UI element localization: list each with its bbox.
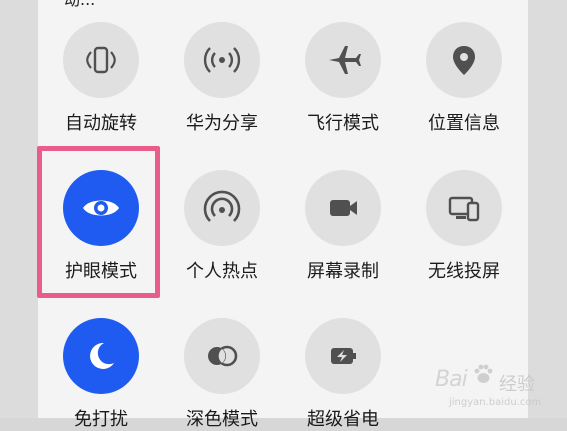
do-not-disturb-label: 免打扰 — [74, 409, 128, 430]
toggle-location[interactable]: 位置信息 — [403, 0, 513, 134]
hotspot-icon — [203, 190, 241, 222]
left-background-edge — [0, 0, 38, 418]
auto-rotate-label: 自动旋转 — [65, 113, 137, 134]
wireless-projection-label: 无线投屏 — [428, 261, 500, 282]
video-camera-icon — [330, 200, 357, 216]
auto-rotate-button[interactable] — [63, 22, 139, 98]
toggle-dark-mode[interactable]: 深色模式 — [161, 296, 271, 430]
huawei-share-button[interactable] — [184, 22, 260, 98]
watermark-brand: Bai — [435, 367, 468, 392]
dark-mode-icon — [208, 345, 238, 367]
cast-screen-icon — [448, 196, 480, 222]
location-pin-icon — [453, 46, 475, 75]
wireless-projection-button[interactable] — [426, 170, 502, 246]
battery-saver-icon — [331, 348, 356, 364]
hotspot-label: 个人热点 — [186, 261, 258, 282]
toggle-screen-record[interactable]: 屏幕录制 — [282, 148, 392, 282]
toggle-huawei-share[interactable]: 华为分享 — [161, 0, 271, 134]
location-button[interactable] — [426, 22, 502, 98]
watermark-text: 经验 — [499, 374, 535, 395]
airplane-mode-label: 飞行模式 — [307, 113, 379, 134]
toggle-do-not-disturb[interactable]: 免打扰 — [40, 296, 150, 430]
watermark-url: jingyan.baidu.com — [449, 397, 542, 408]
ultra-power-saving-label: 超级省电 — [307, 409, 379, 430]
location-label: 位置信息 — [428, 113, 500, 134]
airplane-mode-button[interactable] — [305, 22, 381, 98]
share-wireless-icon — [203, 47, 241, 73]
airplane-icon — [329, 46, 361, 74]
do-not-disturb-button[interactable] — [63, 318, 139, 394]
ultra-power-saving-button[interactable] — [305, 318, 381, 394]
huawei-share-label: 华为分享 — [186, 113, 258, 134]
toggle-ultra-power-saving[interactable]: 超级省电 — [282, 296, 392, 430]
hotspot-button[interactable] — [184, 170, 260, 246]
highlight-box — [37, 146, 160, 298]
moon-icon — [90, 342, 114, 369]
screen-record-button[interactable] — [305, 170, 381, 246]
toggle-wireless-projection[interactable]: 无线投屏 — [403, 148, 513, 282]
dark-mode-button[interactable] — [184, 318, 260, 394]
toggle-auto-rotate[interactable]: 自动旋转 — [40, 0, 150, 134]
dark-mode-label: 深色模式 — [186, 409, 258, 430]
toggle-airplane-mode[interactable]: 飞行模式 — [282, 0, 392, 134]
rotation-icon — [86, 46, 116, 74]
baidu-watermark: Bai 经验 jingyan.baidu.com — [435, 352, 565, 412]
toggle-hotspot[interactable]: 个人热点 — [161, 148, 271, 282]
paw-icon — [474, 364, 493, 383]
screen-record-label: 屏幕录制 — [307, 261, 379, 282]
